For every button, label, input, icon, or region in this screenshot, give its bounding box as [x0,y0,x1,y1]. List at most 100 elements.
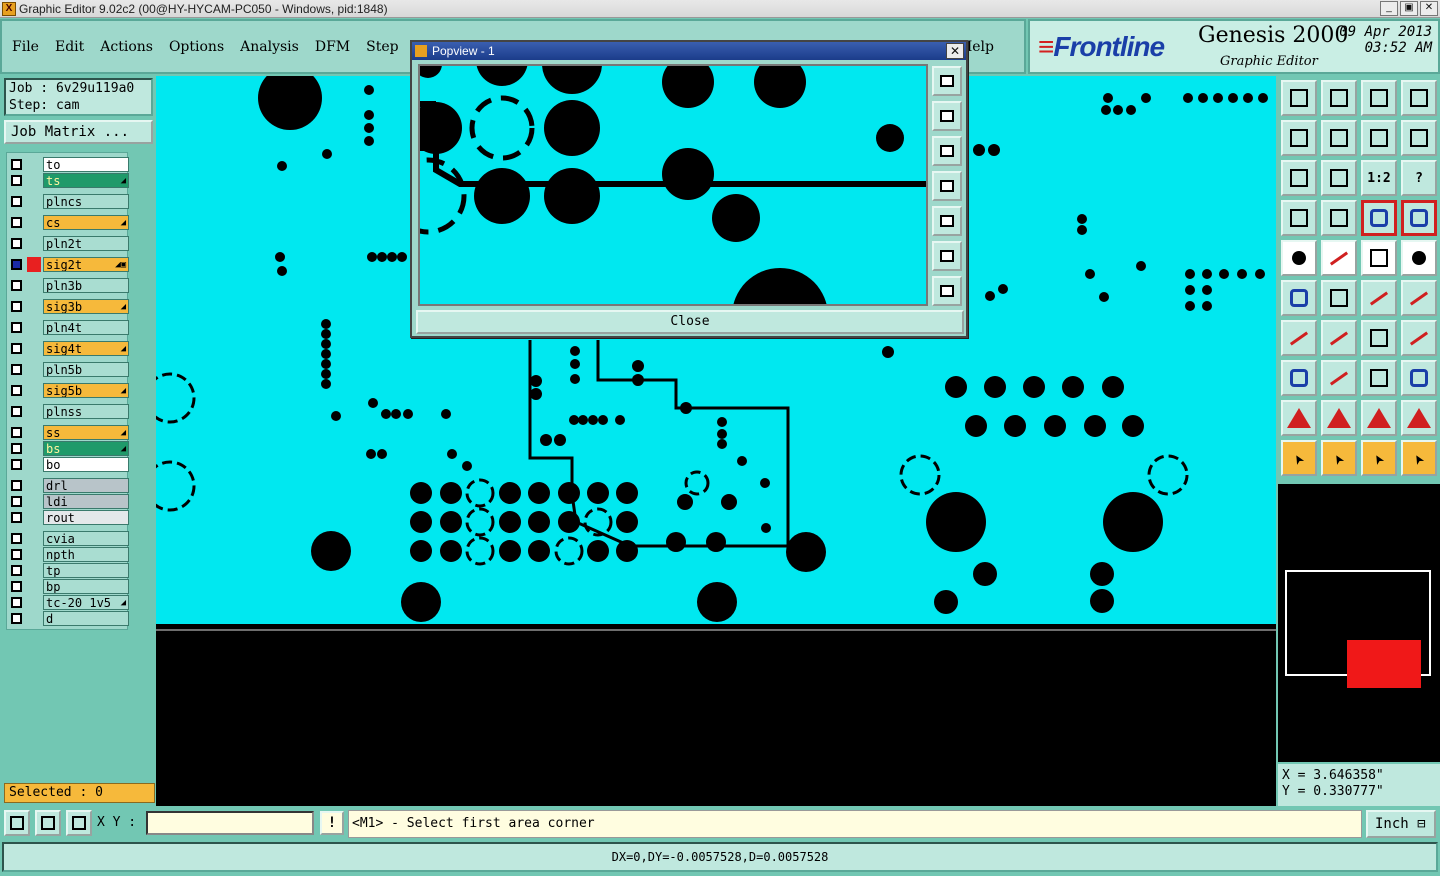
zoom-center-button[interactable] [1321,160,1357,196]
layer-name[interactable]: sig5b ◢ [43,383,129,398]
layer-color-1-button[interactable] [1361,200,1397,236]
help-button[interactable]: ? [1401,160,1437,196]
layer-row-ldi[interactable]: ldi [7,494,129,509]
layer-checkbox[interactable] [11,364,22,375]
minimize-button[interactable]: _ [1380,1,1398,16]
layer-row-sig5b[interactable]: sig5b ◢ [7,383,129,398]
measure-button[interactable] [1361,360,1397,396]
layer-name[interactable]: cvia [43,531,129,546]
layer-row-tp[interactable]: tp [7,563,129,578]
layer-checkbox[interactable] [11,343,22,354]
popview-zoom-out-button[interactable] [932,276,962,306]
overview-panel[interactable] [1278,484,1440,762]
layer-row-pln5b[interactable]: pln5b [7,362,129,377]
tri-4-button[interactable] [1401,400,1437,436]
layer-checkbox[interactable] [11,259,22,270]
scale-button[interactable]: 1:2 [1361,160,1397,196]
popview-pan-right-button[interactable] [932,206,962,236]
menu-edit[interactable]: Edit [55,39,84,55]
close-window-button[interactable]: ✕ [1420,1,1438,16]
layer-row-pln3b[interactable]: pln3b [7,278,129,293]
layer-row-tc-20_1v5_[interactable]: tc-20_1v5_ ◢ [7,595,129,610]
xy-input[interactable] [146,811,314,835]
layer-row-plnss[interactable]: plnss [7,404,129,419]
unit-selector[interactable]: Inch ⊟ [1366,810,1436,838]
layer-row-sig2t[interactable]: sig2t ◢▣ [7,257,129,272]
layer-row-sig3b[interactable]: sig3b ◢ [7,299,129,314]
layer-name[interactable]: rout [43,510,129,525]
menu-actions[interactable]: Actions [100,39,153,55]
measure-button[interactable] [35,810,61,836]
menu-dfm[interactable]: DFM [315,39,350,55]
layer-row-cvia[interactable]: cvia [7,531,129,546]
flip-button[interactable] [1401,120,1437,156]
layer-checkbox[interactable] [11,159,22,170]
layer-row-cs[interactable]: cs ◢ [7,215,129,230]
zoom-fit-button[interactable] [1281,160,1317,196]
layer-checkbox[interactable] [11,217,22,228]
popview-copy-button[interactable] [932,66,962,96]
select-poly-button[interactable]: ➤ [1361,440,1397,476]
layer-checkbox[interactable] [11,512,22,523]
add-pad-button[interactable] [1281,240,1317,276]
layer-checkbox[interactable] [11,613,22,624]
layer-name[interactable]: ts ◢ [43,173,129,188]
popview-canvas[interactable] [418,64,928,306]
select-net-button[interactable]: ➤ [1401,440,1437,476]
layer-name[interactable]: bp [43,579,129,594]
tri-2-button[interactable] [1321,400,1357,436]
slice-button[interactable] [1321,320,1357,356]
layer-checkbox[interactable] [11,238,22,249]
layer-name[interactable]: drl [43,478,129,493]
layer-name[interactable]: sig3b ◢ [43,299,129,314]
delete-node-button[interactable] [1321,280,1357,316]
menu-file[interactable]: File [12,39,39,55]
layer-name[interactable]: plnss [43,404,129,419]
popview-pan-left-button[interactable] [932,171,962,201]
info-button[interactable]: ! [320,811,344,835]
arc-button[interactable] [1361,320,1397,356]
tri-3-button[interactable] [1361,400,1397,436]
group-button[interactable] [1401,360,1437,396]
layer-checkbox[interactable] [11,549,22,560]
layer-checkbox[interactable] [11,196,22,207]
layer-row-sig4t[interactable]: sig4t ◢ [7,341,129,356]
layer-name[interactable]: pln5b [43,362,129,377]
grid-button[interactable] [66,810,92,836]
maximize-button[interactable]: ▣ [1400,1,1418,16]
angle-button[interactable] [1281,320,1317,356]
job-matrix-button[interactable]: Job Matrix ... [4,120,153,144]
layer-name[interactable]: ldi [43,494,129,509]
add-line-button[interactable] [1321,240,1357,276]
popview-close-x-button[interactable]: ✕ [946,43,964,59]
move-node-button[interactable] [1361,280,1397,316]
popview-close-button[interactable]: Close [416,310,964,334]
tools-button[interactable] [1281,200,1317,236]
layer-name[interactable]: bs ◢ [43,441,129,456]
layer-checkbox[interactable] [11,301,22,312]
layer-row-bs[interactable]: bs ◢ [7,441,129,456]
layer-name[interactable]: pln4t [43,320,129,335]
resize-button[interactable] [1401,320,1437,356]
select-box-button[interactable]: ➤ [1321,440,1357,476]
layer-checkbox[interactable] [11,406,22,417]
layer-row-d[interactable]: d [7,611,129,626]
popview-zoom-in-button[interactable] [932,241,962,271]
home-up-button[interactable] [1281,80,1317,116]
layer-name[interactable]: cs ◢ [43,215,129,230]
layer-checkbox[interactable] [11,565,22,576]
layer-name[interactable]: tp [43,563,129,578]
layer-row-pln4t[interactable]: pln4t [7,320,129,335]
layer-checkbox[interactable] [11,322,22,333]
home-button[interactable] [1361,80,1397,116]
layer-checkbox[interactable] [11,597,22,608]
layer-checkbox[interactable] [11,496,22,507]
line-edit-button[interactable] [1321,360,1357,396]
layer-checkbox[interactable] [11,175,22,186]
popview-pan-down-button[interactable] [932,136,962,166]
layer-row-ss[interactable]: ss ◢ [7,425,129,440]
ruler-button[interactable] [1361,240,1397,276]
layer-checkbox[interactable] [11,480,22,491]
layer-color-2-button[interactable] [1401,200,1437,236]
layer-name[interactable]: sig2t ◢▣ [43,257,129,272]
